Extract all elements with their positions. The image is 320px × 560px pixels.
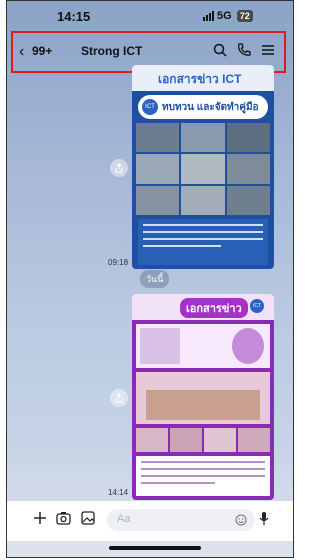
home-indicator [109, 546, 201, 550]
signal-bars-icon [203, 11, 214, 21]
network-label: 5G [217, 10, 232, 22]
unread-count[interactable]: 99+ [32, 44, 52, 58]
message-timestamp: 09:18 [108, 258, 129, 267]
message-input-bar: Aa [7, 501, 293, 541]
photo-collage [136, 123, 270, 215]
ict-badge-icon: ICT [142, 99, 158, 115]
back-chevron-icon[interactable]: ‹ [19, 43, 24, 61]
day-separator: วันนี้ [140, 270, 170, 288]
poster-banner: เอกสารข่าว ICT [132, 294, 274, 320]
ict-badge-icon: ICT [250, 299, 264, 313]
poster-text-block [136, 456, 270, 496]
image-icon[interactable] [81, 511, 95, 525]
poster-header-block [136, 324, 270, 368]
share-button[interactable] [110, 389, 128, 407]
photo-strip [136, 428, 270, 452]
poster-text-block [138, 219, 268, 265]
poster-banner-text: เอกสารข่าว ICT [158, 72, 242, 86]
message-input[interactable]: Aa [107, 509, 255, 531]
microphone-icon[interactable] [259, 511, 269, 526]
phone-screen: 14:15 5G 72 ‹ 99+ Strong ICT เอกสารข่าว … [6, 0, 294, 558]
plus-icon[interactable] [33, 511, 47, 525]
poster-banner: เอกสารข่าว ICT [132, 65, 274, 91]
shared-image-poster[interactable]: เอกสารข่าว ICT ICT ทบทวน และจัดทำคู่มือ [132, 65, 274, 269]
share-button[interactable] [110, 159, 128, 177]
shared-image-poster[interactable]: เอกสารข่าว ICT [132, 294, 274, 500]
camera-icon[interactable] [56, 511, 71, 525]
group-photo [136, 372, 270, 424]
share-icon [115, 163, 123, 173]
share-icon [115, 393, 123, 403]
phone-icon[interactable] [236, 42, 252, 58]
poster-banner-text: เอกสารข่าว [180, 298, 248, 318]
message-timestamp: 14:14 [108, 488, 129, 497]
poster-subtitle-bar: ICT ทบทวน และจัดทำคู่มือ [138, 95, 268, 119]
signal-indicator: 5G 72 [203, 10, 253, 22]
message-input-placeholder: Aa [117, 513, 131, 525]
battery-indicator: 72 [236, 10, 253, 22]
chat-title[interactable]: Strong ICT [81, 44, 142, 58]
menu-icon[interactable] [260, 42, 276, 58]
search-icon[interactable] [212, 42, 228, 58]
poster-subtitle: ทบทวน และจัดทำคู่มือ [162, 102, 259, 113]
status-time: 14:15 [57, 9, 91, 24]
emoji-icon[interactable] [235, 514, 247, 526]
